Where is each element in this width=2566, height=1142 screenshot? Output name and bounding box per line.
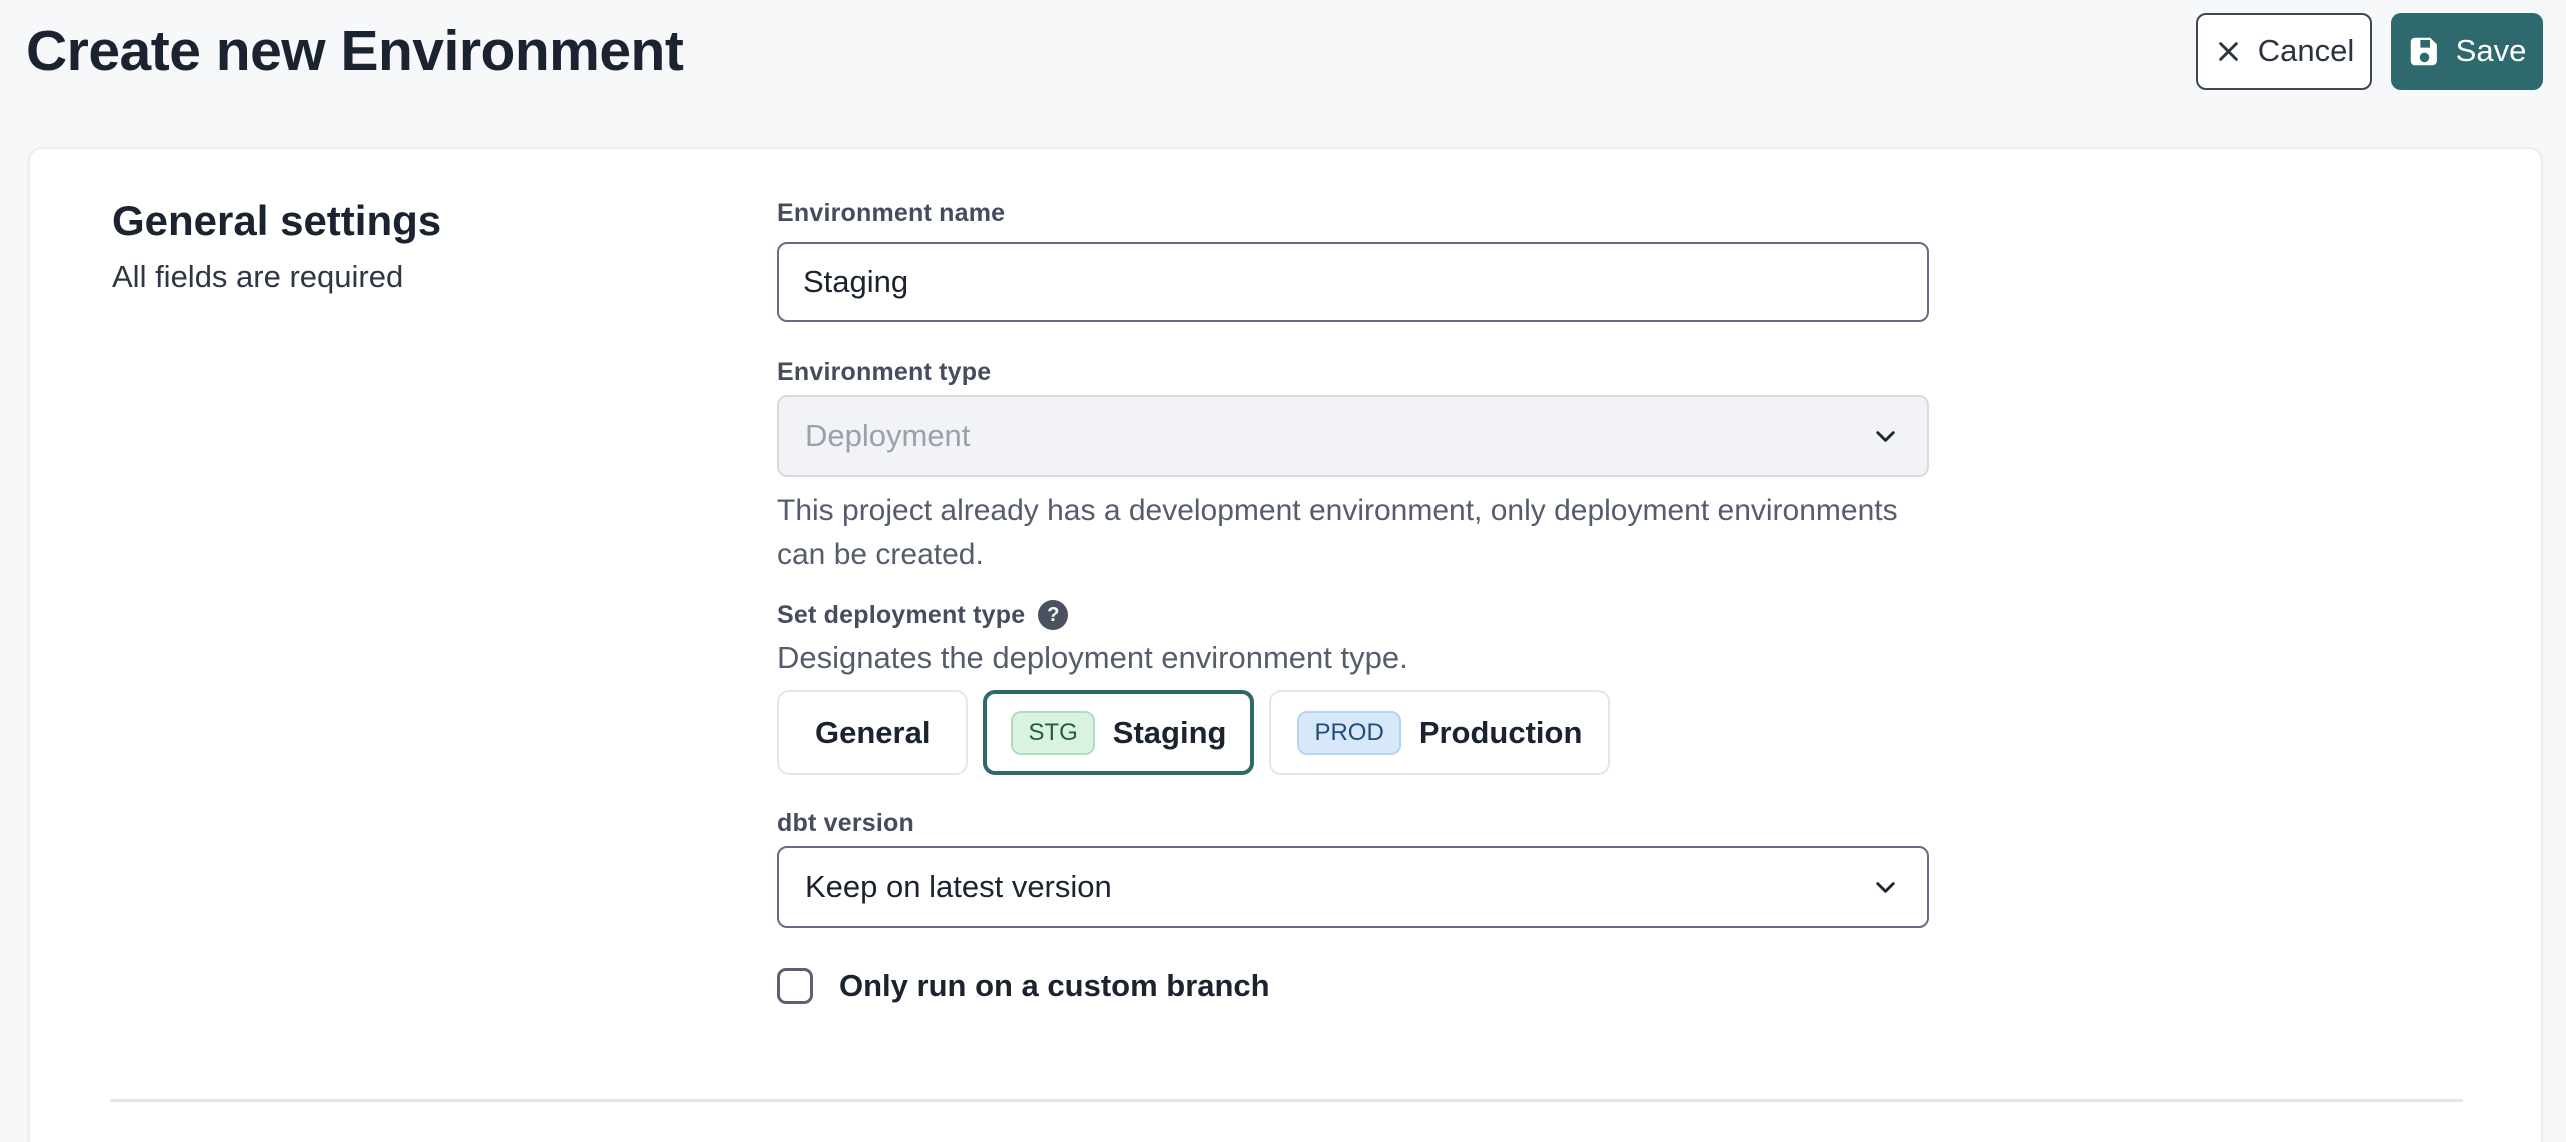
deployment-type-option-staging-label: Staging [1113,715,1227,751]
environment-type-help-text: This project already has a development e… [777,489,1929,576]
question-mark-circle-icon[interactable]: ? [1038,600,1068,630]
custom-branch-label: Only run on a custom branch [839,968,1270,1004]
deployment-type-option-general[interactable]: General [777,690,968,775]
cancel-button-label: Cancel [2258,33,2355,69]
section-divider [110,1099,2463,1102]
cancel-button[interactable]: Cancel [2196,13,2372,90]
deployment-type-option-production[interactable]: PROD Production [1269,690,1610,775]
page-title: Create new Environment [26,18,683,84]
general-settings-card: General settings All fields are required… [28,147,2543,1142]
custom-branch-checkbox[interactable] [777,968,813,1004]
dbt-version-select[interactable]: Keep on latest version [777,846,1929,928]
section-intro: General settings All fields are required [112,189,777,1142]
save-button-label: Save [2456,33,2527,69]
x-icon [2214,37,2243,66]
custom-branch-row: Only run on a custom branch [777,968,1929,1004]
save-button[interactable]: Save [2391,13,2543,90]
deployment-type-option-general-label: General [815,715,930,751]
question-mark-glyph: ? [1047,604,1059,627]
environment-type-label: Environment type [777,358,1929,387]
chevron-down-icon [1870,872,1901,903]
production-badge: PROD [1297,711,1400,755]
dbt-version-label: dbt version [777,809,1929,838]
dbt-version-value: Keep on latest version [805,869,1112,905]
deployment-type-options: General STG Staging PROD Production [777,690,1929,775]
environment-name-label: Environment name [777,199,1929,228]
deployment-type-option-production-label: Production [1419,715,1583,751]
environment-type-select[interactable]: Deployment [777,395,1929,477]
environment-type-value: Deployment [805,418,970,454]
staging-badge: STG [1011,711,1094,755]
section-subheading: All fields are required [112,259,777,295]
environment-form: Environment name Environment type Deploy… [777,189,1929,1142]
chevron-down-icon [1870,421,1901,452]
deployment-type-description: Designates the deployment environment ty… [777,640,1929,676]
page-header: Create new Environment Cancel Save [0,0,2566,90]
deployment-type-label: Set deployment type [777,601,1025,630]
environment-name-input[interactable] [777,242,1929,322]
floppy-disk-icon [2408,35,2441,68]
header-actions: Cancel Save [2196,13,2543,90]
deployment-type-option-staging[interactable]: STG Staging [983,690,1254,775]
section-heading: General settings [112,197,777,245]
